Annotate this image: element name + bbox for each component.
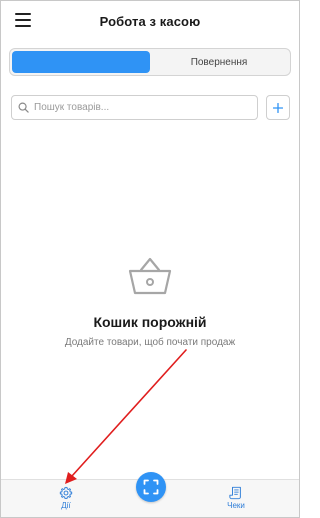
- empty-cart-title: Кошик порожній: [93, 314, 207, 330]
- menu-line: [15, 19, 31, 21]
- basket-icon: [128, 257, 172, 295]
- plus-icon: [273, 102, 283, 113]
- app-header: Робота з касою: [1, 1, 299, 41]
- page-title: Робота з касою: [99, 13, 201, 29]
- nav-receipts[interactable]: Чеки: [223, 486, 249, 510]
- scan-button[interactable]: [136, 472, 166, 502]
- tab-sale[interactable]: [12, 51, 150, 73]
- receipt-icon: [229, 486, 241, 500]
- tab-returns[interactable]: Повернення: [150, 51, 288, 73]
- search-icon: [18, 102, 29, 113]
- nav-actions-label: Дії: [61, 501, 71, 510]
- empty-cart-state: Кошик порожній Додайте товари, щоб почат…: [1, 256, 299, 348]
- search-box: [11, 95, 258, 120]
- gear-icon: [59, 486, 73, 499]
- app-screen: Робота з касою Повернення Кошик порожній…: [0, 0, 300, 518]
- mode-tabs: Повернення: [9, 48, 291, 76]
- add-product-button[interactable]: [266, 95, 290, 120]
- bottom-navigation: Дії Чеки: [1, 472, 299, 517]
- search-input[interactable]: [34, 102, 244, 113]
- menu-icon[interactable]: [15, 13, 31, 27]
- menu-line: [15, 25, 31, 27]
- empty-cart-subtitle: Додайте товари, щоб почати продаж: [64, 337, 236, 348]
- menu-line: [15, 13, 31, 15]
- nav-actions[interactable]: Дії: [53, 486, 79, 510]
- nav-receipts-label: Чеки: [227, 501, 245, 510]
- scan-icon: [143, 479, 159, 495]
